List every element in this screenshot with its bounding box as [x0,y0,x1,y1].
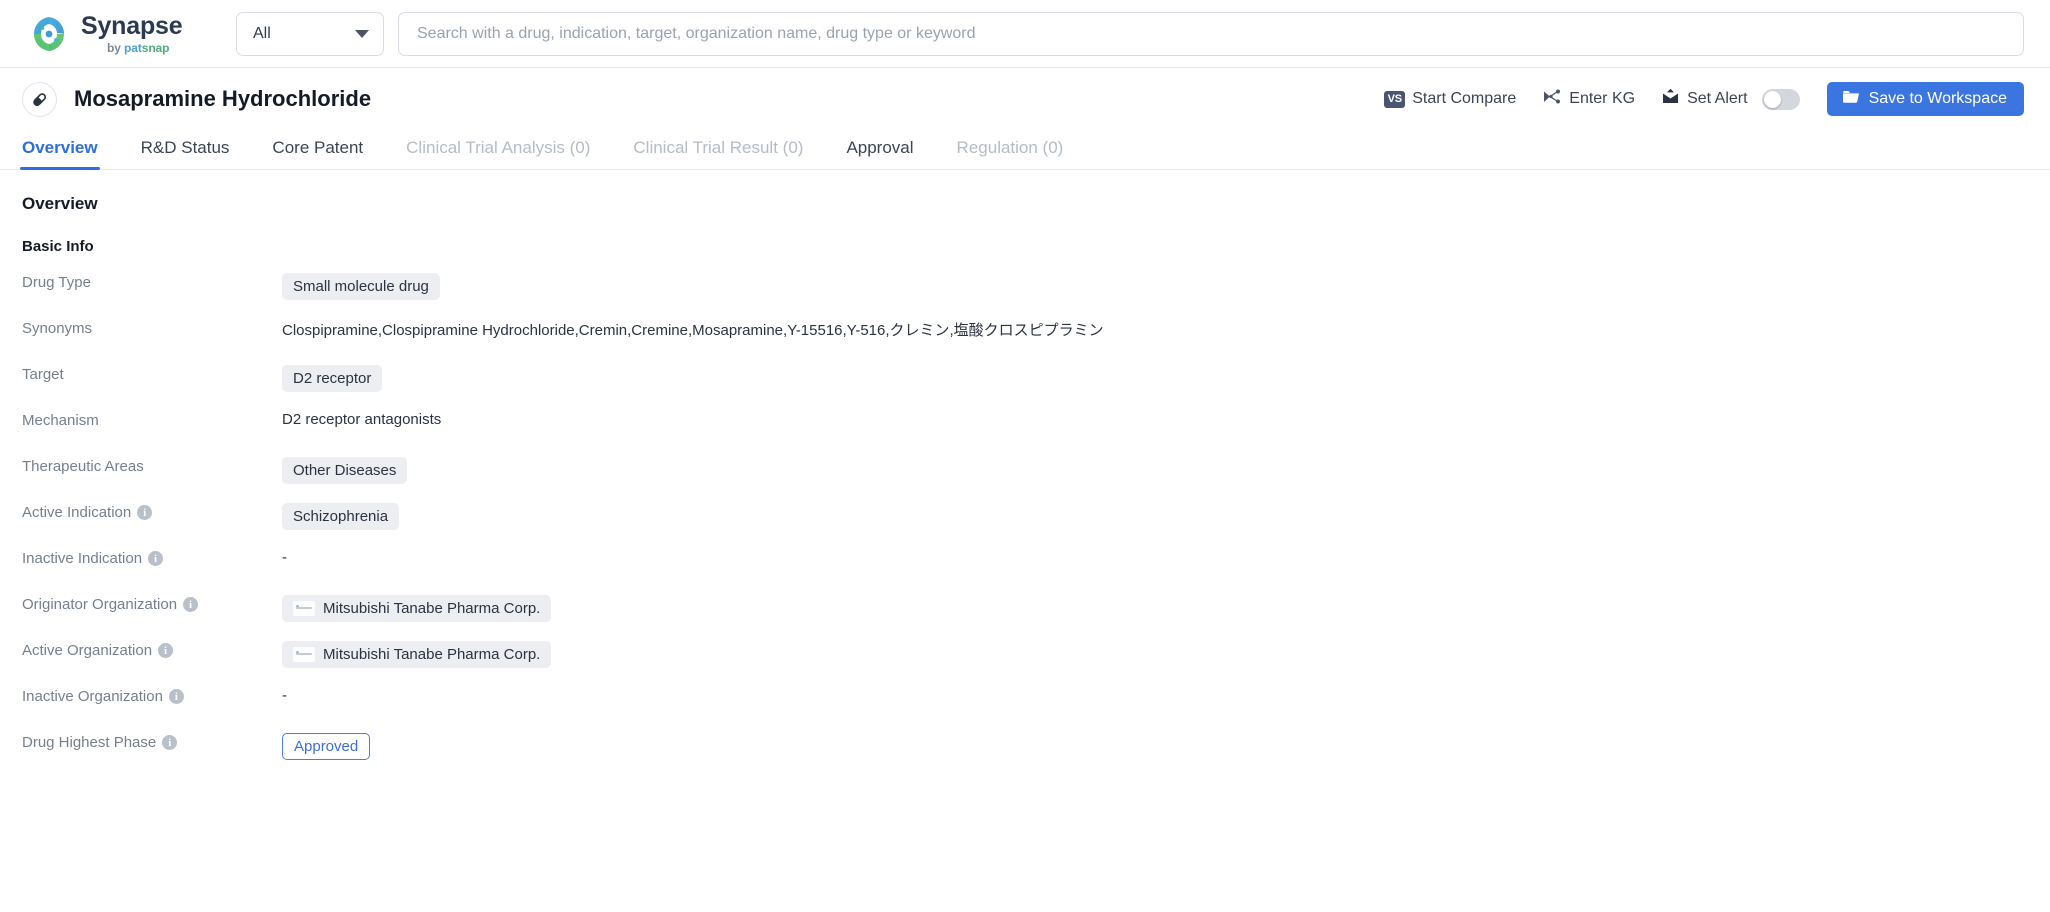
enter-kg-button[interactable]: Enter KG [1529,88,1648,111]
synapse-swirl-logo-icon [28,13,70,55]
logo-title: Synapse [81,11,183,40]
row-label: Drug Type [22,274,91,291]
mechanism-value: D2 receptor antagonists [282,411,442,428]
row-value: Approved [282,731,371,760]
target-chip[interactable]: D2 receptor [282,365,383,392]
row-label: Synonyms [22,320,93,337]
row-value: D2 receptor [282,363,383,392]
table-row: Therapeutic Areas Other Diseases [22,455,2050,501]
set-alert-control[interactable]: Set Alert [1648,88,1812,111]
tab-overview[interactable]: Overview [20,138,100,170]
drug-highest-phase-badge[interactable]: Approved [282,733,371,760]
chevron-down-icon [355,29,369,38]
table-row: Originator Organization i Mitsubishi Tan… [22,593,2050,639]
organization-logo-icon [293,647,315,662]
table-row: Inactive Indication i - [22,547,2050,593]
info-icon[interactable]: i [162,735,178,750]
originator-organization-label: Mitsubishi Tanabe Pharma Corp. [323,600,541,617]
start-compare-label: Start Compare [1412,90,1517,107]
section-title: Overview [22,194,98,213]
search-scope-select[interactable]: All [236,11,384,56]
table-row: Inactive Organization i - [22,685,2050,731]
subsection-title-basic-info: Basic Info [22,238,94,255]
row-label: Inactive Indication i [22,547,282,567]
toggle-knob [1763,90,1781,108]
tab-rd-status[interactable]: R&D Status [141,138,230,169]
table-row: Synonyms Clospipramine,Clospipramine Hyd… [22,317,2050,363]
alert-bell-icon [1661,88,1680,111]
search-scope-value: All [253,24,271,42]
inactive-indication-value: - [282,549,287,566]
drug-type-chip[interactable]: Small molecule drug [282,273,440,300]
tab-approval[interactable]: Approval [846,138,913,169]
tab-regulation[interactable]: Regulation (0) [957,138,1064,169]
row-label: Active Indication i [22,501,282,521]
row-value: Other Diseases [282,455,408,484]
row-value: - [282,547,287,566]
top-bar: Synapse by patsnap All Search with a dru… [0,0,2050,68]
entity-header: Mosapramine Hydrochloride VS Start Compa… [0,68,2050,130]
info-icon[interactable]: i [168,689,184,704]
therapeutic-area-chip[interactable]: Other Diseases [282,457,408,484]
start-compare-button[interactable]: VS Start Compare [1371,90,1529,108]
search-placeholder: Search with a drug, indication, target, … [417,24,976,42]
info-icon[interactable]: i [137,505,153,520]
tab-clinical-trial-result[interactable]: Clinical Trial Result (0) [633,138,803,169]
header-actions: VS Start Compare Enter KG Set Alert Save… [1371,82,2024,116]
table-row: Mechanism D2 receptor antagonists [22,409,2050,455]
knowledge-graph-icon [1542,88,1562,111]
table-row: Target D2 receptor [22,363,2050,409]
save-to-workspace-label: Save to Workspace [1868,90,2007,107]
search-input[interactable]: Search with a drug, indication, target, … [398,11,2024,56]
row-value: Mitsubishi Tanabe Pharma Corp. [282,593,552,622]
info-icon[interactable]: i [148,551,164,566]
row-label: Inactive Organization i [22,685,282,705]
info-icon[interactable]: i [183,597,199,612]
overview-content: Overview Basic Info Drug Type Small mole… [0,170,2050,777]
table-row: Drug Type Small molecule drug [22,271,2050,317]
row-label: Active Organization i [22,639,282,659]
active-organization-chip[interactable]: Mitsubishi Tanabe Pharma Corp. [282,641,552,668]
app-logo[interactable]: Synapse by patsnap [28,13,204,55]
set-alert-toggle[interactable] [1761,88,1800,110]
tab-clinical-trial-analysis[interactable]: Clinical Trial Analysis (0) [406,138,590,169]
row-label: Mechanism [22,412,99,429]
inactive-organization-value: - [282,687,287,704]
folder-icon [1842,89,1860,109]
table-row: Active Indication i Schizophrenia [22,501,2050,547]
table-row: Active Organization i Mitsubishi Tanabe … [22,639,2050,685]
row-value: Mitsubishi Tanabe Pharma Corp. [282,639,552,668]
row-label: Therapeutic Areas [22,458,144,475]
row-label: Drug Highest Phase i [22,731,282,751]
page-title: Mosapramine Hydrochloride [74,86,372,111]
save-to-workspace-button[interactable]: Save to Workspace [1826,82,2024,116]
active-organization-label: Mitsubishi Tanabe Pharma Corp. [323,646,541,663]
info-icon[interactable]: i [158,643,174,658]
organization-logo-icon [293,601,315,616]
tab-core-patent[interactable]: Core Patent [272,138,363,169]
row-value: - [282,685,287,704]
row-value: Small molecule drug [282,271,440,300]
tab-bar: Overview R&D Status Core Patent Clinical… [0,130,2050,170]
originator-organization-chip[interactable]: Mitsubishi Tanabe Pharma Corp. [282,595,552,622]
vs-icon: VS [1384,90,1406,108]
logo-subtitle: by patsnap [107,40,170,55]
capsule-pill-icon [22,81,57,117]
enter-kg-label: Enter KG [1569,90,1636,107]
row-value: Schizophrenia [282,501,400,530]
row-label: Originator Organization i [22,593,282,613]
synonyms-value: Clospipramine,Clospipramine Hydrochlorid… [282,322,1104,339]
row-label: Target [22,366,64,383]
table-row: Drug Highest Phase i Approved [22,731,2050,777]
set-alert-label: Set Alert [1687,90,1748,107]
active-indication-chip[interactable]: Schizophrenia [282,503,400,530]
